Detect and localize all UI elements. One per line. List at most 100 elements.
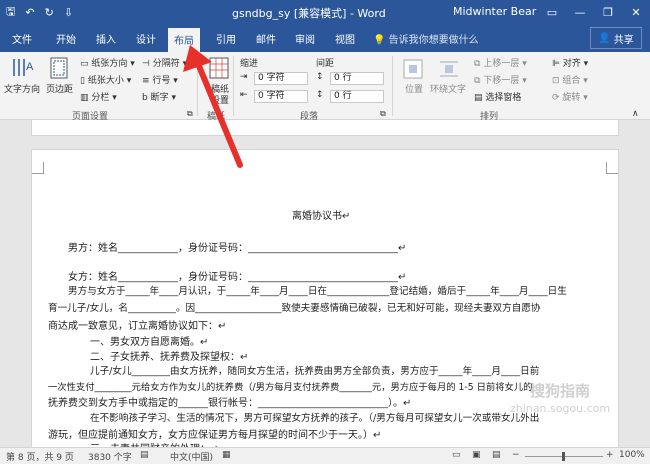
zoom-in-icon[interactable]: + — [606, 450, 614, 460]
indent-right-input[interactable]: 0 字符 — [254, 90, 308, 103]
language[interactable]: 中文(中国) — [170, 450, 213, 463]
document-title: gsndbg_sy [兼容模式] - Word — [232, 7, 386, 20]
print-layout-icon[interactable]: ▣ — [472, 450, 481, 460]
paragraph-launcher-icon[interactable]: ⧉ — [380, 109, 386, 119]
document-line[interactable]: 二、子女抚养、抚养费及探望权：↵ — [90, 348, 248, 363]
send-backward-button[interactable]: ⧉ 下移一层 ▾ — [474, 73, 527, 86]
tell-me-text: 告诉我你想要做什么 — [388, 35, 479, 46]
minimize-button[interactable]: — — [566, 0, 594, 24]
tab-insert[interactable]: 插入 — [96, 29, 116, 48]
document-line[interactable]: 一、男女双方自愿离婚。↵ — [90, 333, 208, 348]
margins-label[interactable]: 页边距 — [46, 82, 73, 95]
watermark-url: zhinan.sogou.com — [510, 402, 611, 415]
tab-file[interactable]: 文件 — [12, 29, 32, 48]
space-before-input[interactable]: 0 行 — [330, 72, 384, 85]
document-line[interactable]: 育一儿子/女儿，名__________。因__________________致… — [48, 300, 541, 314]
lightbulb-icon: 💡 — [373, 35, 386, 46]
restore-button[interactable]: ❐ — [594, 0, 622, 24]
svg-text:A: A — [26, 61, 34, 73]
proofing-icon[interactable]: ▤ — [140, 450, 149, 460]
zoom-level[interactable]: 100% — [619, 450, 645, 460]
indent-left-input[interactable]: 0 字符 — [254, 72, 308, 85]
tab-layout[interactable]: 布局 — [168, 28, 200, 52]
person-icon: 👤 — [598, 32, 611, 44]
document-line[interactable]: 抚养费交到女方手中或指定的______银行帐号：________________… — [48, 394, 411, 409]
line-numbers-icon: ≡ — [142, 76, 150, 86]
space-after-input[interactable]: 0 行 — [330, 90, 384, 103]
page-count[interactable]: 第 8 页，共 9 页 — [6, 450, 74, 463]
space-before-icon: ↕ — [316, 72, 324, 82]
macro-icon[interactable]: ▦ — [222, 450, 231, 460]
page-corner-mark — [606, 162, 618, 174]
document-line[interactable]: 儿子/女儿________由女方抚养，随同女方生活，抚养费由男方全部负责，男方应… — [90, 363, 539, 377]
align-button[interactable]: ⊫ 对齐 ▾ — [552, 56, 588, 69]
manuscript-paper-icon[interactable] — [208, 56, 230, 80]
status-bar: 第 8 页，共 9 页 3830 个字 ▤ 中文(中国) ▦ ▭ ▣ ▤ − +… — [0, 447, 650, 464]
columns-button[interactable]: ▥ 分栏 ▾ — [80, 90, 117, 103]
breaks-icon: ⊣ — [142, 59, 150, 69]
tab-review[interactable]: 审阅 — [295, 29, 315, 48]
undo-icon[interactable]: ↶ — [25, 6, 34, 19]
document-line[interactable]: 一次性支付________元给女方作为女儿的抚养费（/男方每月支付抚养费____… — [48, 379, 532, 393]
document-line[interactable]: 在不影响孩子学习、生活的情况下，男方可探望女方抚养的孩子。（/男方每月可探望女儿… — [90, 410, 539, 424]
redo-icon[interactable]: ↻ — [45, 6, 54, 19]
tab-mailings[interactable]: 邮件 — [256, 29, 276, 48]
share-button[interactable]: 👤 共享 — [590, 27, 642, 49]
user-name[interactable]: Midwinter Bear — [453, 5, 536, 18]
web-layout-icon[interactable]: ▤ — [492, 450, 501, 460]
tab-home[interactable]: 开始 — [56, 29, 76, 48]
share-label: 共享 — [613, 34, 634, 46]
indent-label: 缩进 — [240, 59, 259, 69]
selection-pane-button[interactable]: ▤ 选择窗格 — [474, 90, 521, 103]
document-line[interactable]: 商达成一致意见，订立离婚协议如下：↵ — [48, 317, 226, 332]
send-backward-label: 下移一层 — [483, 76, 520, 86]
margins-icon[interactable] — [49, 56, 69, 80]
read-mode-icon[interactable]: ▭ — [452, 450, 461, 460]
spacing-label: 间距 — [316, 59, 335, 69]
position-label[interactable]: 位置 — [405, 82, 423, 95]
hyphenation-icon: b — [142, 93, 148, 103]
position-icon[interactable] — [402, 58, 424, 80]
text-direction-label[interactable]: 文字方向 — [4, 82, 40, 95]
zoom-out-icon[interactable]: − — [512, 450, 520, 460]
group-button[interactable]: ⊡ 组合 ▾ — [552, 73, 588, 86]
breaks-label: 分隔符 — [152, 59, 180, 69]
bring-forward-button[interactable]: ⧉ 上移一层 ▾ — [474, 56, 527, 69]
watermark-title: 搜狗指南 — [530, 382, 591, 400]
wrap-text-icon[interactable] — [438, 58, 460, 80]
document-title-text[interactable]: 离婚协议书↵ — [292, 207, 350, 222]
close-button[interactable]: ✕ — [622, 0, 650, 24]
collapse-ribbon-icon[interactable]: ∧ — [632, 109, 639, 119]
tab-design[interactable]: 设计 — [136, 29, 156, 48]
zoom-slider-thumb[interactable] — [562, 452, 565, 461]
group-separator — [392, 56, 393, 116]
ribbon-display-options-icon[interactable]: ▭ — [538, 0, 566, 24]
line-numbers-button[interactable]: ≡ 行号 ▾ — [142, 73, 178, 86]
tab-references[interactable]: 引用 — [216, 29, 236, 48]
columns-label: 分栏 — [91, 93, 110, 103]
selection-pane-icon: ▤ — [474, 93, 483, 103]
tell-me-box[interactable]: 💡 告诉我你想要做什么 — [373, 31, 479, 46]
wrap-text-label[interactable]: 环绕文字 — [430, 82, 466, 95]
manuscript-settings-label[interactable]: 设置 — [211, 93, 229, 106]
quick-access-toolbar: 🖫 ↶ ↻ ⇩ — [0, 3, 240, 22]
word-count[interactable]: 3830 个字 — [88, 450, 132, 463]
tab-view[interactable]: 视图 — [335, 29, 355, 48]
rotate-button[interactable]: ⟳ 旋转 ▾ — [552, 90, 588, 103]
line-numbers-label: 行号 — [152, 76, 171, 86]
rotate-icon: ⟳ — [552, 93, 560, 103]
breaks-button[interactable]: ⊣ 分隔符 ▾ — [142, 56, 187, 69]
customize-qat-icon[interactable]: ⇩ — [64, 6, 73, 19]
document-line[interactable]: 游玩，但应提前通知女方，女方应保证男方每月探望的时间不少于一天。）↵ — [48, 426, 381, 441]
orientation-button[interactable]: ▭ 纸张方向 ▾ — [80, 56, 135, 69]
size-button[interactable]: ▯ 纸张大小 ▾ — [80, 73, 131, 86]
page-setup-launcher-icon[interactable]: ⧉ — [187, 109, 193, 119]
document-line[interactable]: 男方：姓名____________，身份证号码：________________… — [68, 239, 406, 254]
hyphenation-button[interactable]: b 断字 ▾ — [142, 90, 176, 103]
document-line[interactable]: 男方与女方于_____年____月认识，于_____年____月____日在__… — [68, 283, 567, 297]
save-icon[interactable]: 🖫 — [6, 3, 15, 22]
document-line[interactable]: 女方：姓名____________，身份证号码：________________… — [68, 268, 406, 283]
text-direction-icon[interactable]: A — [10, 56, 34, 80]
group-label: 组合 — [562, 76, 581, 86]
ribbon-layout: A 文字方向 页边距 ▭ 纸张方向 ▾ ▯ 纸张大小 ▾ ▥ 分栏 ▾ ⊣ 分隔… — [0, 52, 650, 122]
